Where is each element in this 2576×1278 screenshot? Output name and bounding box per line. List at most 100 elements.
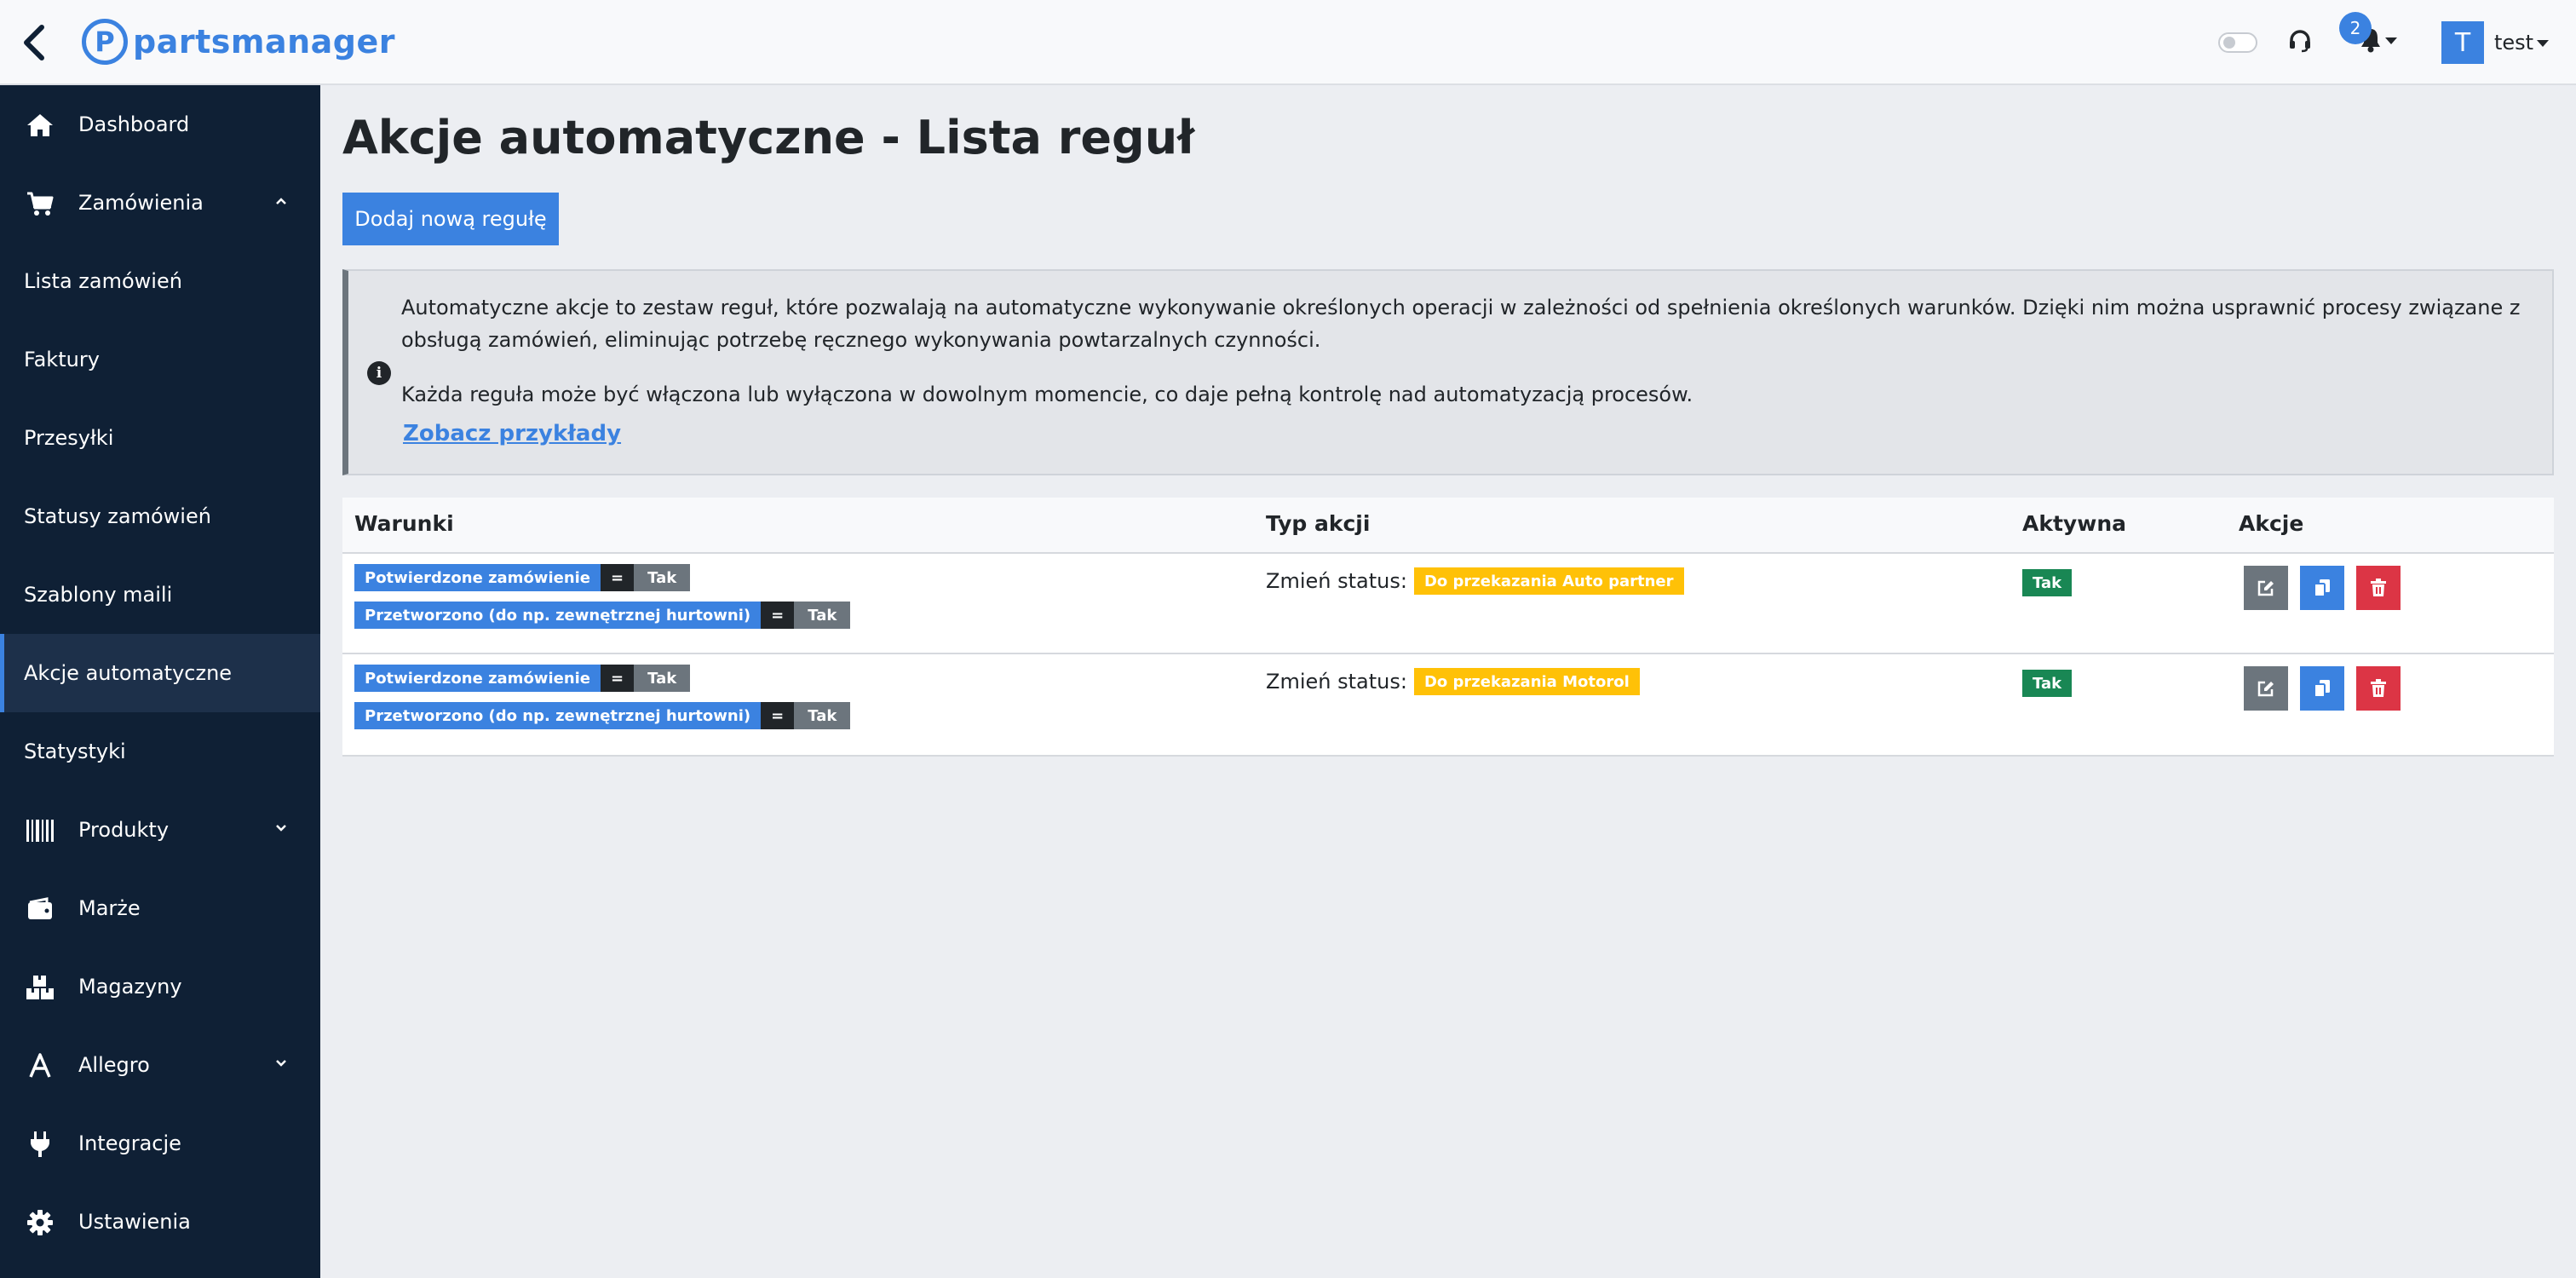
- column-header-actions: Akcje: [2239, 511, 2304, 536]
- condition-operator: =: [761, 602, 795, 629]
- sidebar-item-warehouses[interactable]: Magazyny: [0, 947, 320, 1026]
- barcode-icon: [24, 815, 56, 847]
- sidebar-item-label: Szablony maili: [24, 583, 173, 607]
- sidebar-item-label: Allegro: [78, 1053, 150, 1077]
- active-badge: Tak: [2022, 670, 2073, 697]
- sidebar-item-settings[interactable]: Ustawienia: [0, 1183, 320, 1261]
- sidebar-item-label: Produkty: [78, 818, 170, 842]
- condition-badge: Przetworzono (do np. zewnętrznej hurtown…: [354, 602, 851, 629]
- condition-operator: =: [601, 564, 635, 591]
- user-name: test: [2494, 31, 2534, 55]
- column-header-conditions: Warunki: [354, 511, 454, 536]
- info-paragraph: Każda reguła może być włączona lub wyłąc…: [401, 383, 1693, 406]
- condition-value: Tak: [794, 702, 851, 729]
- condition-operator: =: [761, 702, 795, 729]
- action-label: Zmień status:: [1266, 670, 1407, 694]
- edit-icon: [2257, 580, 2274, 596]
- caret-down-icon: [2385, 37, 2397, 44]
- condition-name: Potwierdzone zamówienie: [354, 564, 601, 591]
- allegro-icon: [24, 1050, 56, 1082]
- sidebar: Dashboard Zamówienia Lista zamówień Fakt…: [0, 85, 320, 1278]
- headset-icon: [2290, 30, 2310, 53]
- edit-button[interactable]: [2244, 666, 2288, 711]
- top-bar: P partsmanager 2 T test: [0, 0, 2576, 85]
- copy-icon: [2314, 579, 2330, 597]
- condition-badge: Przetworzono (do np. zewnętrznej hurtown…: [354, 702, 851, 729]
- sidebar-item-integrations[interactable]: Integracje: [0, 1104, 320, 1183]
- table-row: Potwierdzone zamówienie = Tak Przetworzo…: [342, 654, 2554, 755]
- add-rule-button[interactable]: Dodaj nową regułę: [342, 193, 559, 245]
- action-type: Zmień status: Do przekazania Motorol: [1266, 668, 1640, 695]
- logo-text: partsmanager: [133, 23, 396, 60]
- condition-value: Tak: [794, 602, 851, 629]
- sidebar-item-label: Ustawienia: [78, 1210, 191, 1234]
- delete-button[interactable]: [2356, 566, 2401, 610]
- edit-button[interactable]: [2244, 566, 2288, 610]
- notifications-button[interactable]: 2: [2339, 12, 2397, 72]
- row-actions: [2244, 566, 2412, 610]
- logo-mark-icon: P: [82, 19, 128, 65]
- toggle-knob: [2223, 37, 2235, 49]
- wallet-icon: [24, 893, 56, 925]
- sidebar-item-orders[interactable]: Zamówienia: [0, 164, 320, 242]
- sidebar-item-label: Statusy zamówień: [24, 504, 211, 528]
- see-examples-link[interactable]: Zobacz przykłady: [403, 421, 621, 446]
- notification-count-badge: 2: [2339, 12, 2372, 44]
- avatar: T: [2441, 21, 2484, 64]
- app-logo[interactable]: P partsmanager: [82, 17, 395, 66]
- support-button[interactable]: [2285, 26, 2315, 56]
- sidebar-item-shipments[interactable]: Przesyłki: [0, 399, 320, 477]
- info-icon: i: [367, 361, 391, 385]
- sidebar-item-statistics[interactable]: Statystyki: [0, 712, 320, 791]
- sidebar-item-label: Faktury: [24, 348, 100, 371]
- condition-value: Tak: [634, 564, 691, 591]
- sidebar-item-order-list[interactable]: Lista zamówień: [0, 242, 320, 320]
- main-content: Akcje automatyczne - Lista reguł Dodaj n…: [320, 85, 2576, 1278]
- sidebar-item-label: Statystyki: [24, 740, 126, 763]
- table-header: Warunki Typ akcji Aktywna Akcje: [342, 498, 2554, 554]
- status-badge: Do przekazania Motorol: [1413, 668, 1640, 695]
- caret-down-icon: [2537, 40, 2550, 47]
- row-actions: [2244, 666, 2412, 711]
- sidebar-item-label: Przesyłki: [24, 426, 114, 450]
- chevron-down-icon: [276, 1060, 286, 1067]
- theme-toggle[interactable]: [2218, 32, 2257, 53]
- sidebar-item-label: Marże: [78, 896, 141, 920]
- sidebar-item-label: Akcje automatyczne: [24, 661, 233, 685]
- sidebar-item-allegro[interactable]: Allegro: [0, 1026, 320, 1104]
- table-row: Potwierdzone zamówienie = Tak Przetworzo…: [342, 554, 2554, 654]
- rules-table: Warunki Typ akcji Aktywna Akcje Potwierd…: [342, 498, 2554, 757]
- sidebar-item-label: Magazyny: [78, 975, 182, 999]
- info-alert: i Automatyczne akcje to zestaw reguł, kt…: [342, 269, 2554, 475]
- info-paragraph: Automatyczne akcje to zestaw reguł, któr…: [401, 296, 2521, 352]
- user-menu[interactable]: T test: [2441, 20, 2550, 65]
- sidebar-item-dashboard[interactable]: Dashboard: [0, 85, 320, 164]
- sidebar-item-products[interactable]: Produkty: [0, 791, 320, 869]
- delete-button[interactable]: [2356, 666, 2401, 711]
- sidebar-item-email-templates[interactable]: Szablony maili: [0, 556, 320, 634]
- sidebar-item-label: Integracje: [78, 1131, 181, 1155]
- sidebar-item-automatic-actions[interactable]: Akcje automatyczne: [0, 634, 320, 712]
- condition-value: Tak: [634, 665, 691, 692]
- sidebar-item-order-statuses[interactable]: Statusy zamówień: [0, 477, 320, 556]
- page-title: Akcje automatyczne - Lista reguł: [342, 111, 1195, 164]
- plug-icon: [24, 1128, 56, 1160]
- cart-icon: [24, 187, 56, 220]
- action-label: Zmień status:: [1266, 569, 1407, 593]
- copy-button[interactable]: [2300, 566, 2344, 610]
- sidebar-item-label: Zamówienia: [78, 191, 204, 215]
- sidebar-item-invoices[interactable]: Faktury: [0, 320, 320, 399]
- chevron-up-icon: [276, 198, 286, 204]
- condition-badge: Potwierdzone zamówienie = Tak: [354, 665, 691, 692]
- edit-icon: [2257, 681, 2274, 697]
- sidebar-item-label: Dashboard: [78, 112, 190, 136]
- condition-name: Potwierdzone zamówienie: [354, 665, 601, 692]
- back-button[interactable]: [15, 20, 53, 65]
- sidebar-item-margins[interactable]: Marże: [0, 869, 320, 947]
- action-type: Zmień status: Do przekazania Auto partne…: [1266, 567, 1684, 595]
- gear-icon: [24, 1206, 56, 1239]
- status-badge: Do przekazania Auto partner: [1413, 567, 1684, 595]
- copy-button[interactable]: [2300, 666, 2344, 711]
- active-badge: Tak: [2022, 569, 2073, 596]
- condition-name: Przetworzono (do np. zewnętrznej hurtown…: [354, 602, 762, 629]
